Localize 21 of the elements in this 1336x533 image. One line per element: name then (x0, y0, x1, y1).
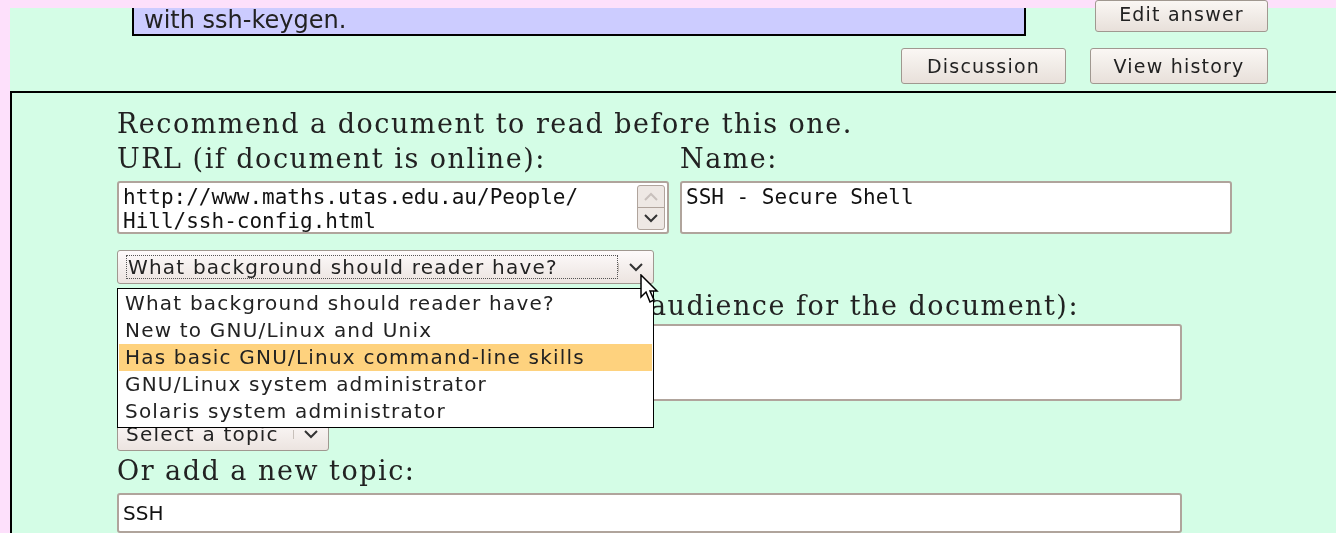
url-label: URL (if document is online): (117, 142, 546, 176)
background-select[interactable]: What background should reader have? (117, 250, 654, 284)
chevron-up-icon (644, 192, 658, 201)
new-topic-field[interactable]: SSH (117, 493, 1182, 533)
form-heading: Recommend a document to read before this one. (117, 107, 853, 141)
audience-label: audience for the document): (650, 289, 1079, 323)
discussion-button[interactable]: Discussion (901, 48, 1066, 84)
url-field[interactable]: http://www.maths.utas.edu.au/People/Hill/ssh-config.html (117, 181, 669, 234)
dropdown-option[interactable]: GNU/Linux system administrator (119, 371, 652, 398)
chevron-icon (629, 262, 643, 272)
name-label: Name: (680, 142, 778, 176)
chevron-icon (304, 429, 318, 439)
dropdown-option[interactable]: Has basic GNU/Linux command-line skills (119, 344, 652, 371)
answer-box: with ssh-keygen. (132, 8, 1026, 36)
edit-answer-button[interactable]: Edit answer (1095, 0, 1268, 32)
name-field[interactable]: SSH - Secure Shell (680, 181, 1232, 234)
view-history-button[interactable]: View history (1090, 48, 1268, 84)
dropdown-option[interactable]: New to GNU/Linux and Unix (119, 317, 652, 344)
new-topic-label: Or add a new topic: (117, 454, 416, 488)
chevron-icon (644, 214, 658, 223)
scrollbar[interactable] (637, 185, 665, 230)
